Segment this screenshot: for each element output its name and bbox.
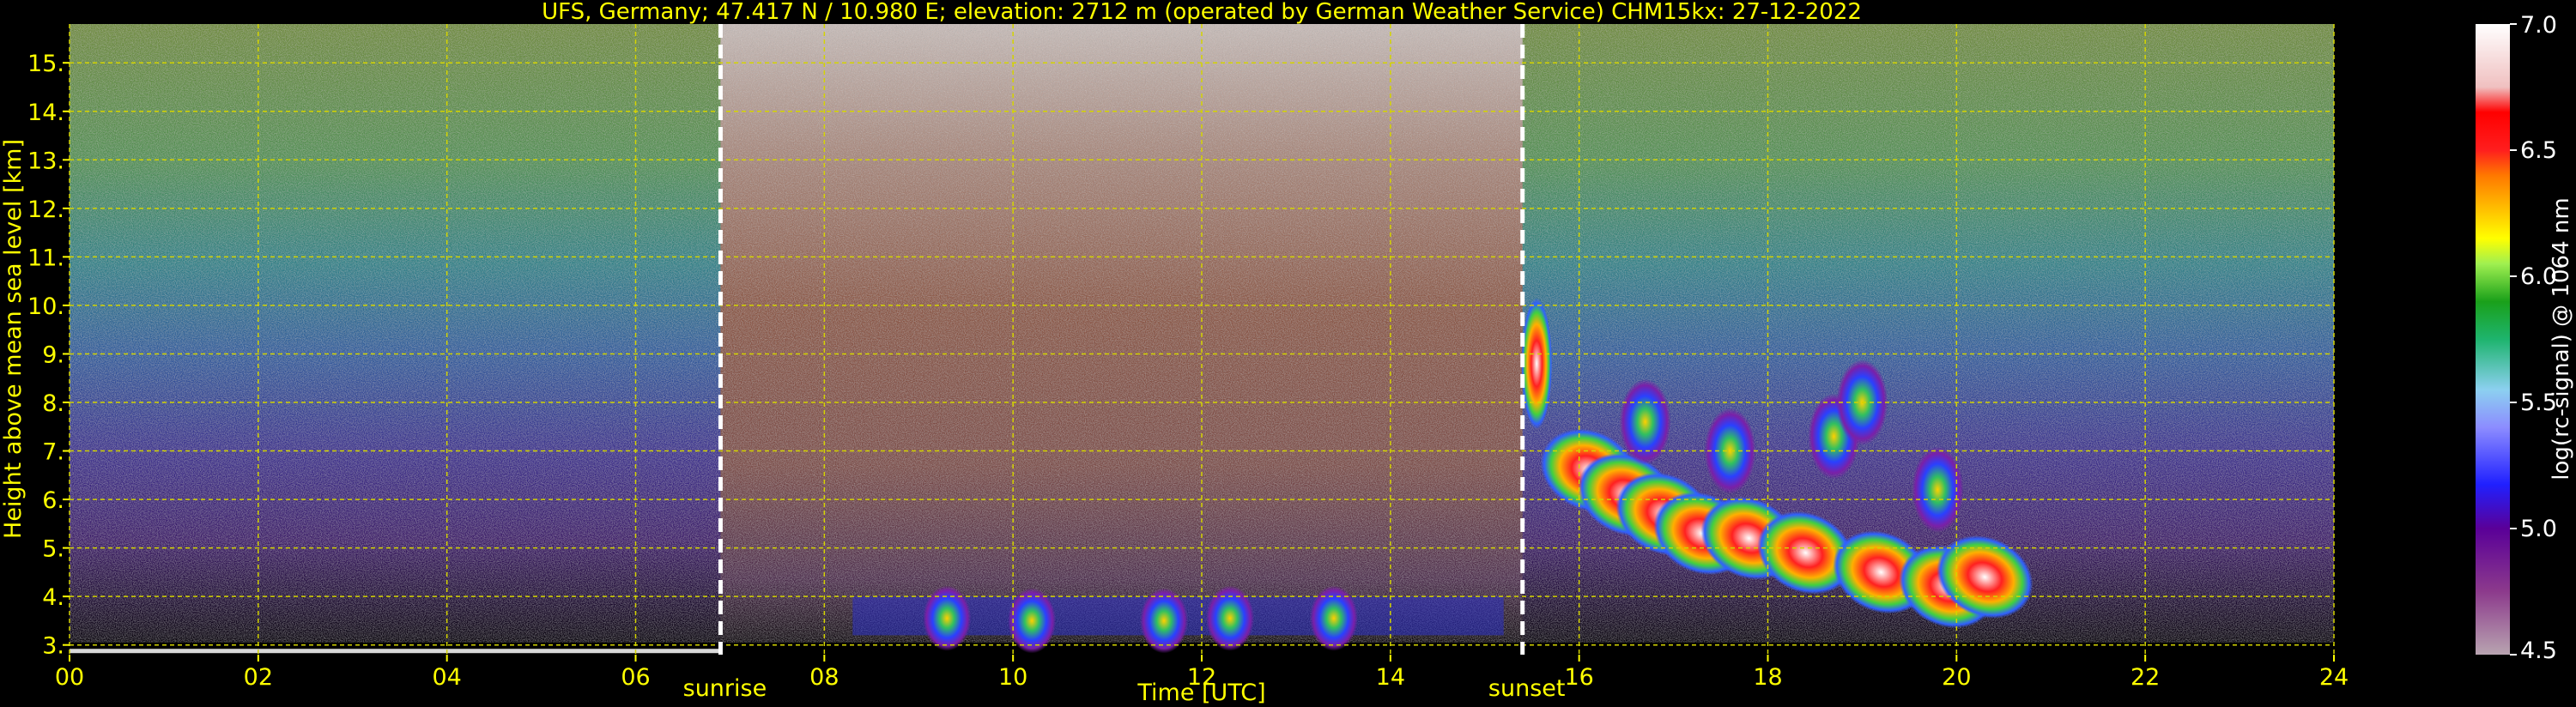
cloud-fall-streak	[1619, 378, 1671, 465]
y-tick-label: 8.	[42, 390, 64, 417]
sun-annotation-label: sunrise	[683, 675, 767, 702]
y-tick-label: 10.	[27, 293, 64, 320]
low-cloud-patch	[1309, 585, 1358, 651]
y-tick-label: 4.	[42, 584, 64, 611]
colorbar-tick-label: 5.0	[2520, 516, 2557, 542]
low-cloud-patch	[923, 585, 972, 651]
colorbar-tick-label: 7.0	[2520, 12, 2557, 39]
y-tick-label: 11.	[27, 245, 64, 271]
x-tick-label: 20	[1942, 664, 1971, 691]
low-cloud-patch	[1140, 588, 1189, 654]
ceilometer-chart: 00 02 04 06 08 10 12 14 16 18 20 22 24 3.4.5.6.7.8.9…	[0, 0, 2574, 706]
x-tick-label: 24	[2319, 664, 2349, 691]
x-tick-label: 06	[621, 664, 650, 691]
x-tick-label: 18	[1753, 664, 1782, 691]
ground-echo	[70, 649, 721, 654]
x-tick-label: 02	[244, 664, 273, 691]
x-tick-label: 00	[55, 664, 84, 691]
cloud-fall-streak	[1912, 446, 1964, 533]
colorbar-tick-label: 6.5	[2520, 137, 2557, 164]
x-tick-label: 22	[2131, 664, 2160, 691]
colorbar	[2476, 24, 2510, 655]
colorbar-label: log(rc-signal) @ 1064 nm	[2549, 197, 2574, 480]
y-tick-label: 13.	[27, 148, 64, 174]
colorbar-tick-label: 4.5	[2520, 638, 2557, 664]
y-tick-label: 3.	[42, 633, 64, 660]
chart-title: UFS, Germany; 47.417 N / 10.980 E; eleva…	[542, 0, 1862, 25]
y-tick-label: 6.	[42, 487, 64, 514]
x-tick-label: 16	[1564, 664, 1593, 691]
cirrus-column	[1521, 298, 1553, 430]
x-tick-label: 08	[809, 664, 839, 691]
x-tick-label: 14	[1376, 664, 1405, 691]
x-tick-label: 04	[432, 664, 461, 691]
low-cloud-patch	[1205, 585, 1254, 651]
y-tick-label: 15.	[27, 51, 64, 77]
sun-annotation-label: sunset	[1488, 675, 1566, 702]
y-axis-ticks: 3. 4. 5. 6. 7. 8. 9. 10. 11. 12. 13. 14. 15.	[27, 51, 70, 660]
low-cloud-patch	[1008, 588, 1057, 654]
y-axis-label: Height above mean sea level [km]	[0, 139, 27, 539]
x-tick-label: 10	[998, 664, 1027, 691]
y-tick-label: 5.	[42, 536, 64, 563]
x-axis-label: Time [UTC]	[1136, 680, 1265, 706]
y-tick-label: 9.	[42, 341, 64, 368]
y-tick-label: 7.	[42, 439, 64, 466]
y-tick-label: 12.	[27, 196, 64, 223]
y-tick-label: 14.	[27, 100, 64, 126]
